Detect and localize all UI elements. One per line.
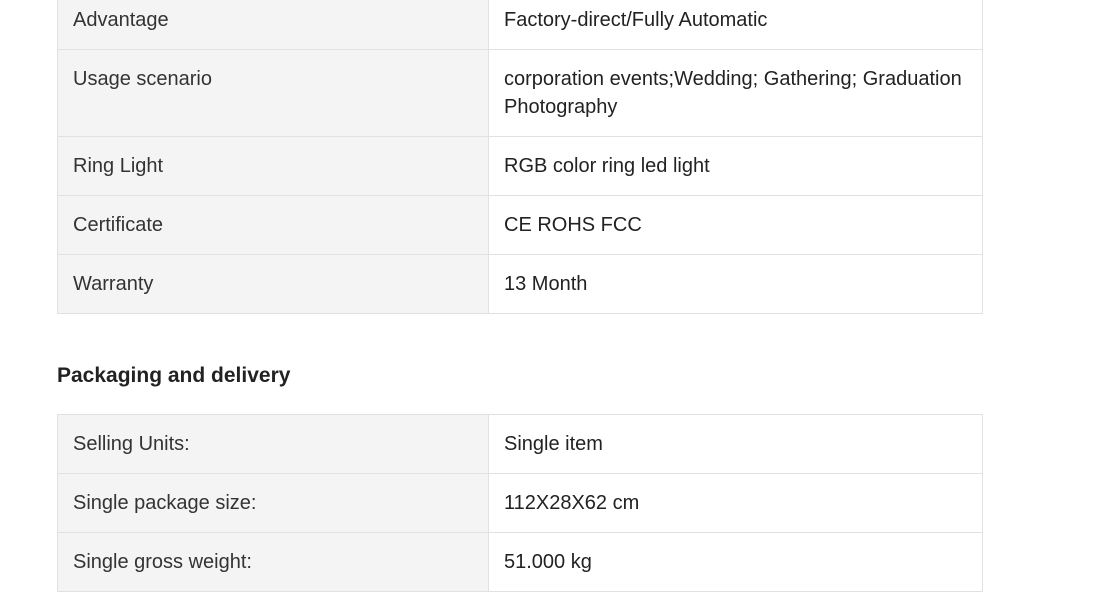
table-row: Usage scenario corporation events;Weddin… — [57, 49, 983, 137]
attribute-value: RGB color ring led light — [488, 136, 983, 196]
attribute-label: Usage scenario — [57, 49, 489, 137]
table-row: Advantage Factory-direct/Fully Automatic — [57, 0, 983, 50]
packaging-label: Single package size: — [57, 473, 489, 533]
attribute-value: corporation events;Wedding; Gathering; G… — [488, 49, 983, 137]
product-attributes-table: Advantage Factory-direct/Fully Automatic… — [57, 0, 983, 314]
table-row: Ring Light RGB color ring led light — [57, 136, 983, 196]
table-row: Single package size: 112X28X62 cm — [57, 473, 983, 533]
attribute-value: CE ROHS FCC — [488, 195, 983, 255]
page: Advantage Factory-direct/Fully Automatic… — [0, 0, 1109, 609]
packaging-label: Selling Units: — [57, 414, 489, 474]
packaging-value: 112X28X62 cm — [488, 473, 983, 533]
packaging-label: Single gross weight: — [57, 532, 489, 592]
packaging-value: Single item — [488, 414, 983, 474]
table-row: Selling Units: Single item — [57, 414, 983, 474]
attribute-label: Ring Light — [57, 136, 489, 196]
table-row: Single gross weight: 51.000 kg — [57, 532, 983, 592]
table-row: Warranty 13 Month — [57, 254, 983, 314]
table-row: Certificate CE ROHS FCC — [57, 195, 983, 255]
packaging-section-title: Packaging and delivery — [57, 364, 291, 387]
attribute-value: 13 Month — [488, 254, 983, 314]
attribute-label: Warranty — [57, 254, 489, 314]
packaging-table: Selling Units: Single item Single packag… — [57, 414, 983, 592]
attribute-value: Factory-direct/Fully Automatic — [488, 0, 983, 50]
attribute-label: Advantage — [57, 0, 489, 50]
packaging-value: 51.000 kg — [488, 532, 983, 592]
attribute-label: Certificate — [57, 195, 489, 255]
